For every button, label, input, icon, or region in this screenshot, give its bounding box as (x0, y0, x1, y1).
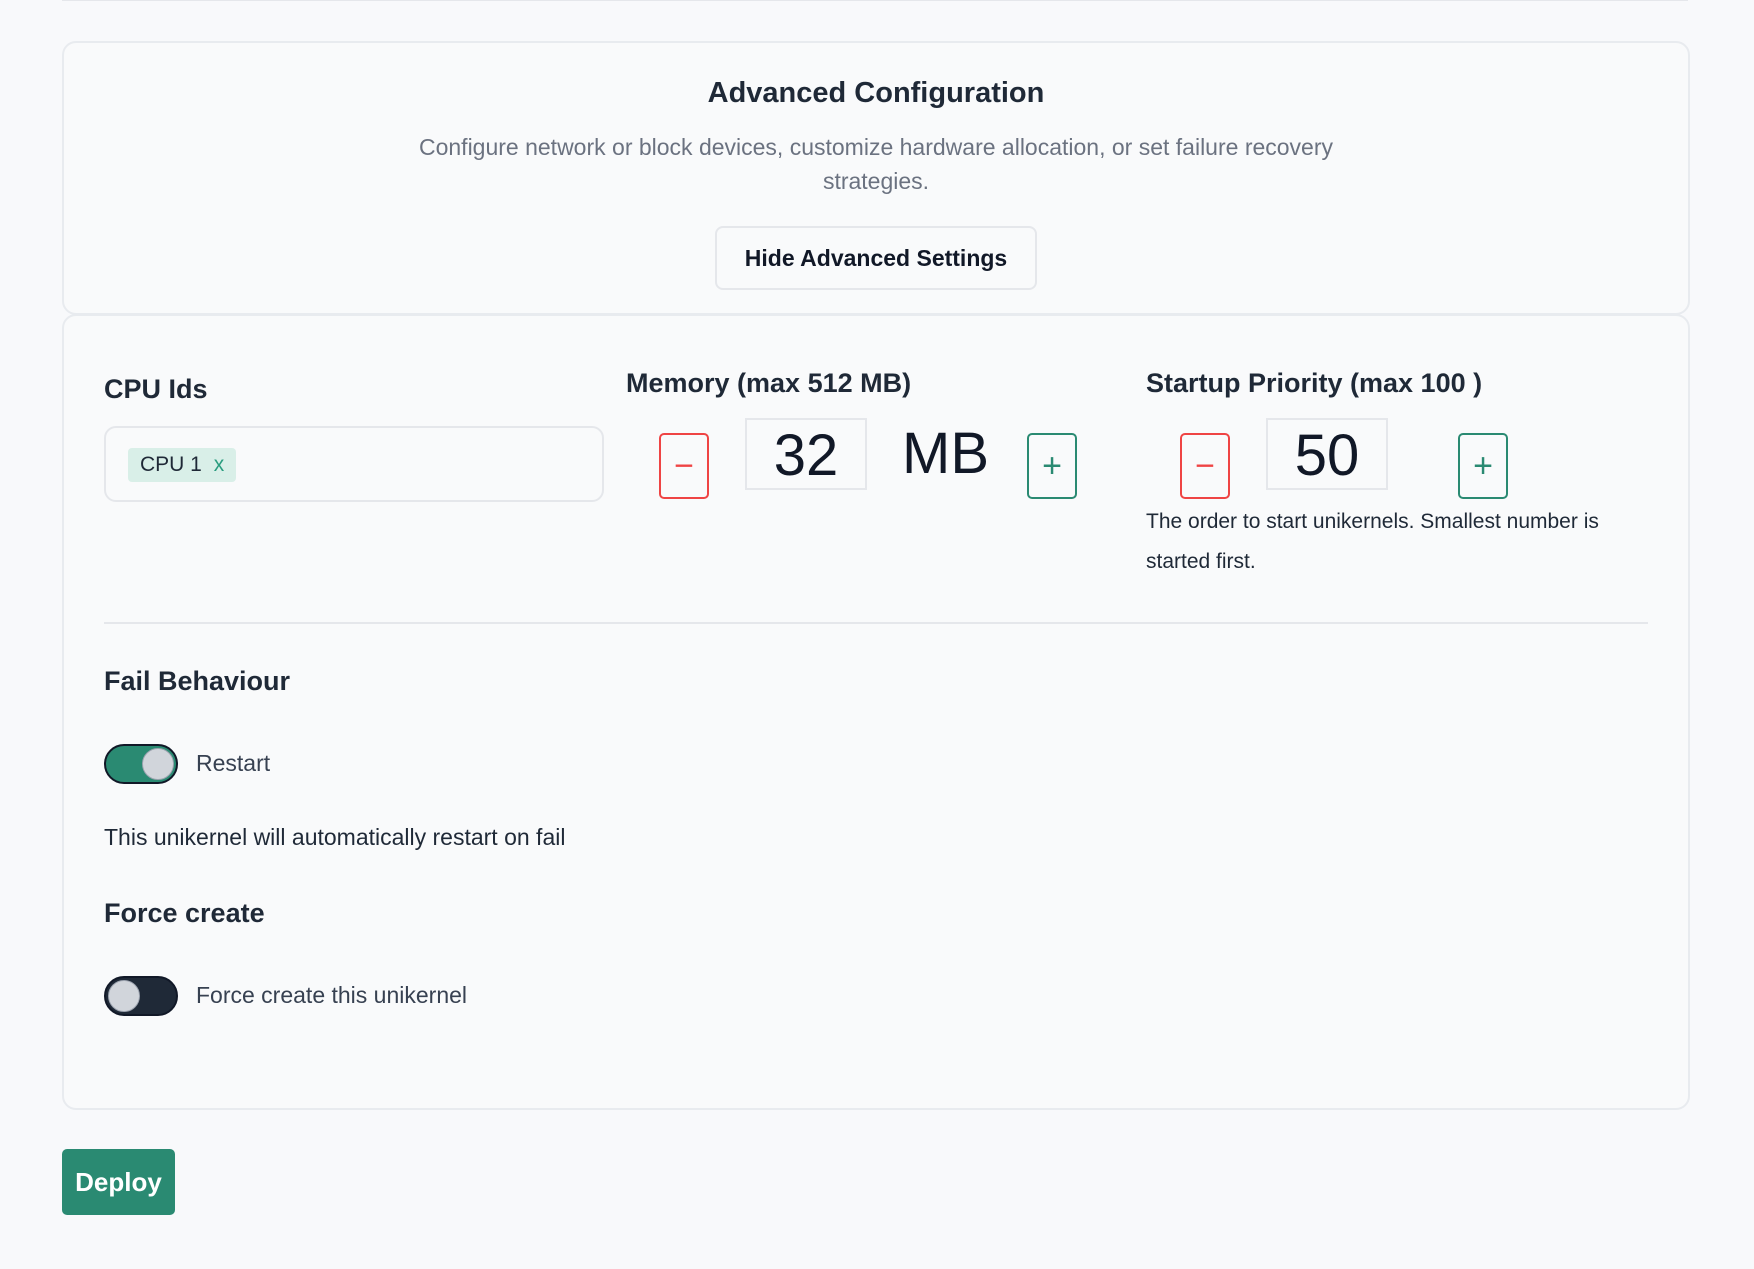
force-create-label: Force create (104, 898, 265, 928)
memory-unit: MB (902, 421, 989, 486)
priority-value-input[interactable]: 50 (1266, 418, 1388, 490)
restart-toggle-label: Restart (196, 750, 271, 776)
advanced-settings-panel: CPU Ids CPU 1 x Memory (max 512 MB) − 32… (62, 314, 1690, 1110)
cpu-tag-label: CPU 1 (140, 453, 202, 476)
priority-increment-button[interactable]: + (1458, 433, 1508, 499)
cpu-tag: CPU 1 x (128, 448, 237, 482)
restart-toggle-knob (142, 748, 174, 780)
memory-value-input[interactable]: 32 (745, 418, 867, 490)
cpu-ids-label: CPU Ids (104, 374, 208, 404)
advanced-configuration-description: Configure network or block devices, cust… (418, 134, 1334, 194)
advanced-configuration-card: Advanced Configuration Configure network… (62, 41, 1690, 315)
force-create-toggle[interactable] (104, 976, 178, 1016)
restart-toggle[interactable] (104, 744, 178, 784)
advanced-settings-page: Advanced Configuration Configure network… (0, 0, 1754, 1269)
fail-behaviour-label: Fail Behaviour (104, 666, 291, 696)
startup-priority-label: Startup Priority (max 100 ) (1146, 368, 1483, 398)
memory-decrement-button[interactable]: − (659, 433, 709, 499)
priority-decrement-button[interactable]: − (1180, 433, 1230, 499)
restart-info-text: This unikernel will automatically restar… (104, 824, 566, 850)
memory-increment-button[interactable]: + (1027, 433, 1077, 499)
force-create-toggle-label: Force create this unikernel (196, 982, 468, 1008)
cpu-ids-input[interactable]: CPU 1 x (104, 426, 604, 502)
force-create-toggle-knob (108, 980, 140, 1012)
hide-advanced-settings-button[interactable]: Hide Advanced Settings (714, 226, 1038, 290)
cpu-tag-remove-icon[interactable]: x (214, 453, 225, 476)
top-divider (62, 0, 1688, 1)
deploy-button[interactable]: Deploy (62, 1149, 175, 1215)
advanced-configuration-title: Advanced Configuration (707, 77, 1045, 109)
memory-label: Memory (max 512 MB) (626, 368, 912, 398)
startup-priority-help-text: The order to start unikernels. Smallest … (1146, 510, 1599, 573)
section-divider (104, 622, 1648, 624)
